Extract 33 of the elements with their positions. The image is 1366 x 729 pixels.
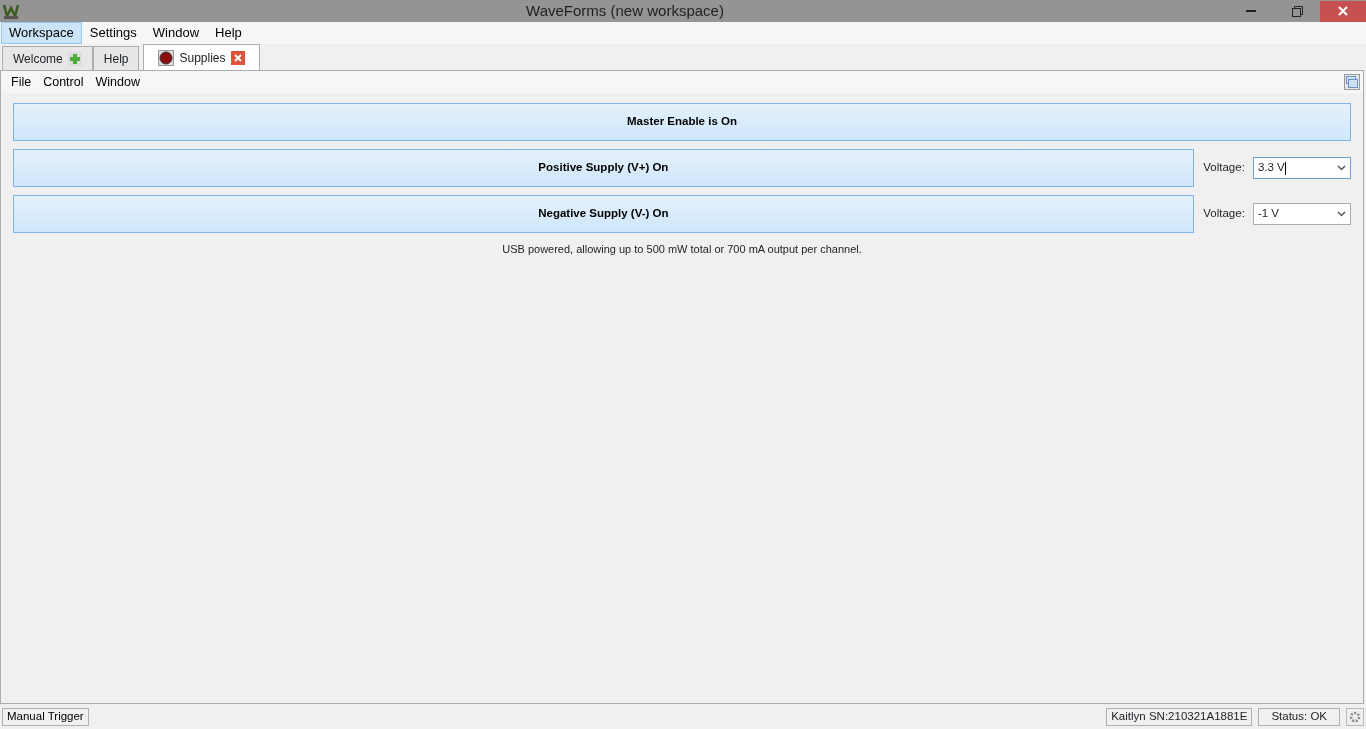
tab[interactable]: Supplies bbox=[143, 44, 260, 70]
supply-button[interactable]: Positive Supply (V+) On bbox=[13, 149, 1194, 187]
menu-item[interactable]: Window bbox=[89, 72, 146, 92]
caret-icon bbox=[1337, 165, 1346, 171]
menu-item[interactable]: Window bbox=[144, 22, 208, 44]
supply-button[interactable]: Negative Supply (V-) On bbox=[13, 195, 1194, 233]
close-button[interactable] bbox=[1320, 0, 1366, 22]
tab[interactable]: Help bbox=[92, 46, 140, 70]
restore-icon bbox=[1291, 5, 1303, 17]
info-text: USB powered, allowing up to 500 mW total or 700 mA output per channel. bbox=[501, 242, 863, 257]
window-title: WaveForms (new workspace) bbox=[525, 0, 725, 21]
caret-icon bbox=[1337, 211, 1346, 217]
minimize-icon bbox=[1246, 9, 1256, 13]
voltage-label: Voltage: bbox=[1202, 206, 1245, 222]
close-icon bbox=[1338, 6, 1348, 16]
circle-icon bbox=[158, 49, 175, 66]
manual-trigger-button[interactable]: Manual Trigger bbox=[2, 707, 89, 726]
device-label: Kaitlyn SN:210321A1881E bbox=[1106, 707, 1253, 726]
plus-icon[interactable] bbox=[67, 51, 82, 66]
menu-item[interactable]: Help bbox=[207, 22, 250, 44]
app-logo-icon bbox=[2, 2, 20, 20]
menu-item[interactable]: File bbox=[5, 72, 38, 92]
close-icon[interactable] bbox=[230, 50, 245, 65]
master-enable-button[interactable]: Master Enable is On bbox=[13, 103, 1351, 141]
tab[interactable]: Welcome bbox=[2, 46, 93, 70]
menu-item[interactable]: Settings bbox=[81, 22, 145, 44]
menu-item[interactable]: Control bbox=[37, 72, 90, 92]
voltage-dropdown[interactable]: -1 V bbox=[1252, 203, 1351, 225]
status-label: Status: OK bbox=[1258, 707, 1340, 726]
menu-item[interactable]: Workspace bbox=[1, 22, 82, 44]
window-icon[interactable] bbox=[1344, 74, 1360, 90]
voltage-dropdown[interactable]: 3.3 V bbox=[1252, 157, 1351, 179]
voltage-label: Voltage: bbox=[1202, 160, 1245, 176]
